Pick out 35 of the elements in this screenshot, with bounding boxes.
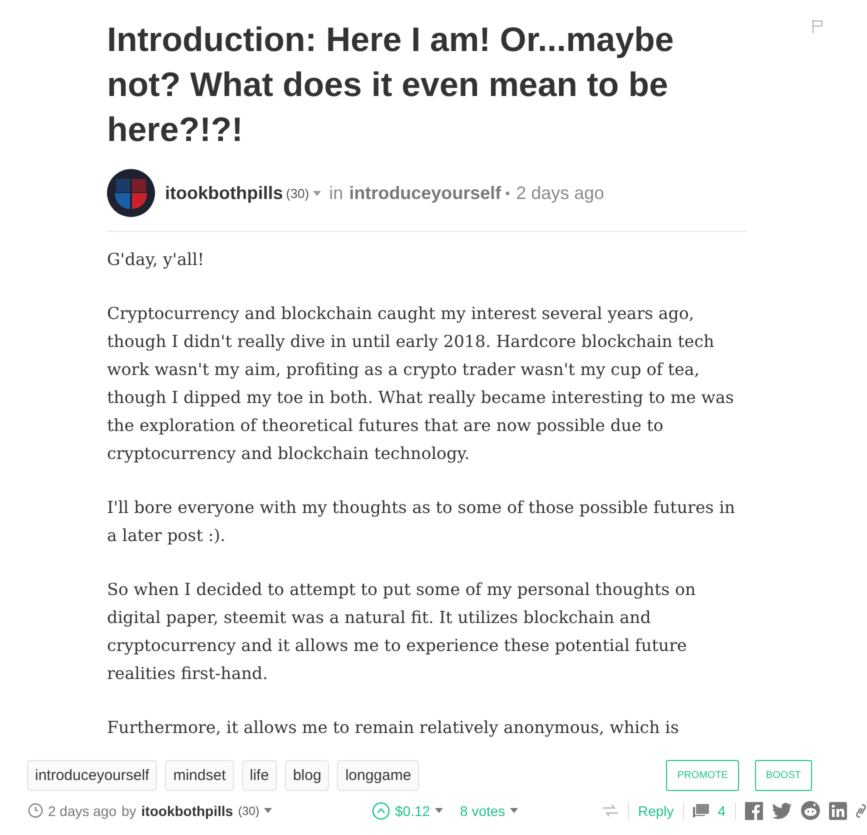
tag-button[interactable]: life [242,760,277,791]
caret-icon[interactable] [510,808,518,813]
facebook-icon[interactable] [744,802,763,820]
caret-icon[interactable] [313,190,322,196]
tag-button[interactable]: introduceyourself [27,760,158,791]
community-link[interactable]: introduceyourself [349,182,502,204]
tag-button[interactable]: blog [284,760,330,791]
caret-icon[interactable] [264,808,272,813]
clock-icon [28,803,43,818]
reputation: (30) [286,186,310,200]
post-title: Introduction: Here I am! Or...maybe not? What does it even mean to be here?!?! [107,20,675,151]
tag-button[interactable]: mindset [165,760,234,791]
reddit-icon[interactable] [800,801,820,820]
linkedin-icon[interactable] [828,802,847,820]
author-link[interactable]: itookbothpills [165,182,283,204]
paragraph: I'll bore everyone with my thoughts as to some of those possible futures in a later post :). [107,497,736,547]
flag-icon[interactable] [812,20,824,33]
footer-author-link[interactable]: itookbothpills [141,802,234,818]
footer-time: 2 days ago [48,802,116,818]
by-label: by [122,802,136,818]
upvote-icon[interactable] [372,802,390,820]
paragraph: Cryptocurrency and blockchain caught my interest several years ago, though I didn't really dive in until early 2018. Hardcore blockchain tech work wasn't my aim, profiting as a crypto trader wasn't my cup of tea, though I dipped my toe in both. What really became interesting to me was the exploration of theoretical futures that are now possible due to cryptocurrency and blockchain technology. [107,303,735,465]
paragraph: Furthermore, it allows me to remain relatively anonymous, which is [107,717,680,739]
in-label: in [329,182,344,204]
paragraph: So when I decided to attempt to put some of my personal thoughts on digital paper, steemit was a natural fit. It utilizes blockchain and cryptocurrency and it allows me to experience these potential future realities first-hand. [107,579,697,685]
link-icon[interactable] [856,802,866,818]
paragraph: G'day, y'all! [107,249,206,271]
avatar-icon[interactable] [107,169,155,217]
comments-icon[interactable] [692,804,709,818]
post-time: 2 days ago [516,182,604,204]
caret-icon[interactable] [435,808,444,813]
twitter-icon[interactable] [772,802,792,818]
separator: • [505,185,510,201]
footer-reputation: (30) [238,804,260,818]
tag-button[interactable]: longgame [337,760,420,791]
